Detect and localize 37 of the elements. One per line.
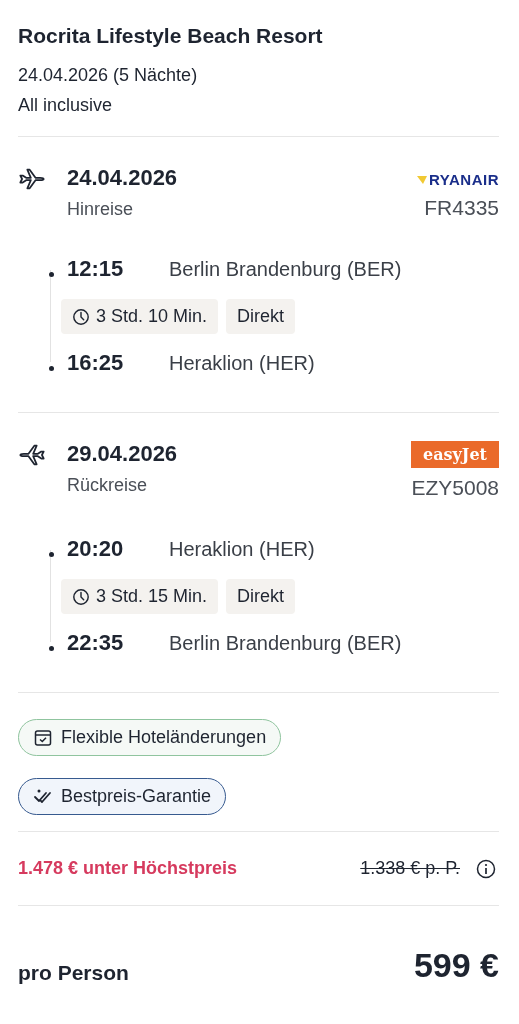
- flight-direction: Rückreise: [67, 475, 149, 496]
- feature-badge: Flexible Hoteländerungen: [18, 719, 282, 756]
- timeline-dot: [49, 552, 54, 557]
- flight-number: FR4335: [424, 196, 499, 220]
- duration-chip: 3 Std. 10 Min.: [61, 299, 219, 334]
- board-type: All inclusive: [18, 94, 114, 117]
- total-price: 599 €: [413, 946, 499, 985]
- timeline-dot: [49, 646, 54, 651]
- duration-chip: 3 Std. 15 Min.: [61, 579, 219, 614]
- airline-logo: easyJet: [411, 441, 499, 468]
- arrival-time: 16:25: [67, 350, 125, 376]
- clock-icon: [72, 307, 90, 326]
- stay-dates: 24.04.2026 (5 Nächte): [18, 64, 199, 87]
- feature-badge: Bestpreis-Garantie: [18, 778, 227, 815]
- departure-time: 20:20: [67, 536, 125, 562]
- arrival-time: 22:35: [67, 630, 125, 656]
- arrival-airport: Heraklion (HER): [169, 351, 315, 375]
- clock-icon: [72, 587, 90, 606]
- flight-direction: Hinreise: [67, 199, 135, 220]
- hotel-name: Rocrita Lifestyle Beach Resort: [18, 24, 324, 48]
- airline-logo: RYANAIR: [417, 171, 499, 188]
- flight-date: 24.04.2026: [67, 165, 179, 191]
- departure-time: 12:15: [67, 256, 125, 282]
- flight-number: EZY5008: [411, 476, 499, 500]
- departure-airport: Heraklion (HER): [169, 537, 315, 561]
- arrival-airport: Berlin Brandenburg (BER): [169, 631, 402, 655]
- connection-chip: Direkt: [226, 579, 296, 614]
- calendar-check-icon: [33, 727, 53, 748]
- departure-airport: Berlin Brandenburg (BER): [169, 257, 402, 281]
- savings-text: 1.478 € unter Höchstpreis: [18, 858, 239, 879]
- timeline-dot: [49, 272, 54, 277]
- info-icon[interactable]: [476, 858, 496, 879]
- timeline-dot: [49, 366, 54, 371]
- connection-chip: Direkt: [226, 299, 296, 334]
- old-price: 1.338 € p. P.: [360, 858, 460, 879]
- flight-date: 29.04.2026: [67, 441, 179, 467]
- per-person-label: pro Person: [18, 961, 129, 985]
